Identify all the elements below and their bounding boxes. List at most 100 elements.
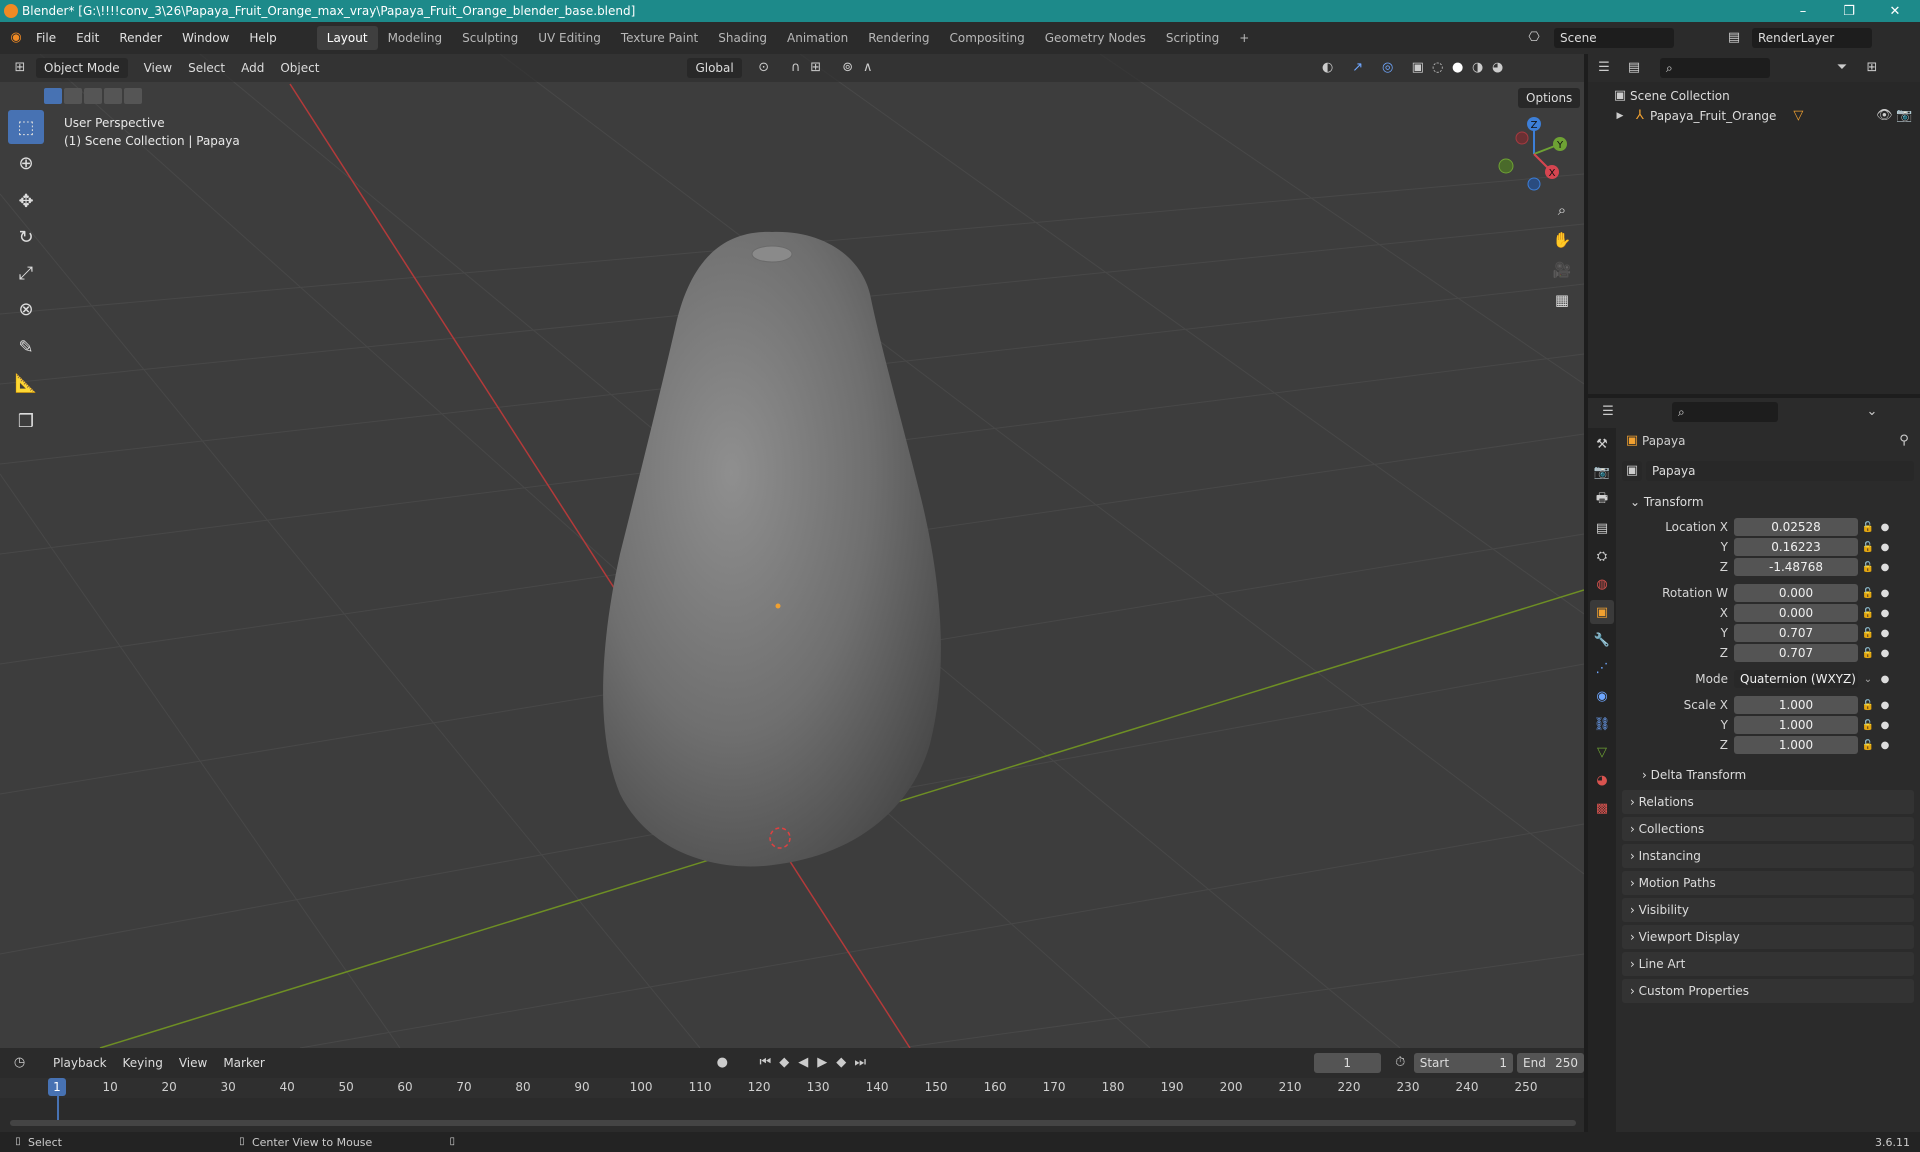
rotation-z-field[interactable]: 0.707 <box>1734 644 1858 662</box>
play-reverse-icon[interactable]: ◀ <box>794 1053 813 1073</box>
keyframe-dot-icon[interactable]: ● <box>1878 674 1892 685</box>
end-frame-field[interactable]: End 250 <box>1517 1053 1585 1073</box>
scale-z-field[interactable]: 1.000 <box>1734 736 1858 754</box>
properties-search-input[interactable]: ⌕ <box>1672 402 1778 422</box>
material-tab-icon[interactable]: ◕ <box>1590 768 1614 792</box>
select-intersect-icon[interactable] <box>124 88 142 104</box>
render-tab-icon[interactable]: 📷 <box>1590 460 1614 484</box>
prev-keyframe-icon[interactable]: ◆ <box>775 1053 794 1073</box>
navigation-gizmo[interactable]: Z Y X <box>1494 114 1574 194</box>
outliner-search-input[interactable]: ⌕ <box>1660 58 1770 78</box>
wireframe-shading-icon[interactable]: ◌ <box>1428 58 1448 78</box>
lock-icon[interactable]: 🔓 <box>1858 700 1878 711</box>
datablock-browse-icon[interactable]: ▣ <box>1622 461 1642 481</box>
xray-icon[interactable]: ▣ <box>1408 58 1428 78</box>
mode-selector[interactable]: Object Mode <box>36 58 128 78</box>
scale-x-field[interactable]: 1.000 <box>1734 696 1858 714</box>
location-x-field[interactable]: 0.02528 <box>1734 518 1858 536</box>
lock-icon[interactable]: 🔓 <box>1858 608 1878 619</box>
menu-file[interactable]: File <box>26 31 66 45</box>
viewport-display-panel[interactable]: › Viewport Display <box>1622 925 1914 949</box>
tab-rendering[interactable]: Rendering <box>858 26 939 50</box>
display-mode-icon[interactable]: ▤ <box>1624 58 1644 78</box>
keyframe-dot-icon[interactable]: ● <box>1878 542 1892 553</box>
perspective-toggle-icon[interactable]: ▦ <box>1548 286 1576 314</box>
location-y-field[interactable]: 0.16223 <box>1734 538 1858 556</box>
eye-visibility-icon[interactable]: 👁 <box>1874 106 1894 126</box>
tab-uv-editing[interactable]: UV Editing <box>528 26 611 50</box>
minimize-button[interactable]: – <box>1780 0 1826 22</box>
next-keyframe-icon[interactable]: ◆ <box>832 1053 851 1073</box>
menu-add[interactable]: Add <box>233 58 272 78</box>
keyframe-dot-icon[interactable]: ● <box>1878 588 1892 599</box>
measure-tool[interactable]: 📐 <box>8 366 44 400</box>
timeline-scrollbar[interactable] <box>10 1120 1576 1126</box>
camera-view-icon[interactable]: 🎥 <box>1548 256 1576 284</box>
tab-compositing[interactable]: Compositing <box>939 26 1034 50</box>
mesh-data-icon[interactable]: ▽ <box>1788 106 1808 126</box>
physics-tab-icon[interactable]: ◉ <box>1590 684 1614 708</box>
texture-tab-icon[interactable]: ▩ <box>1590 796 1614 820</box>
play-icon[interactable]: ▶ <box>813 1053 832 1073</box>
menu-window[interactable]: Window <box>172 31 239 45</box>
keyframe-dot-icon[interactable]: ● <box>1878 740 1892 751</box>
constraints-tab-icon[interactable]: ⛓ <box>1590 712 1614 736</box>
rotation-w-field[interactable]: 0.000 <box>1734 584 1858 602</box>
output-tab-icon[interactable]: 🖶 <box>1590 488 1614 512</box>
start-frame-field[interactable]: Start 1 <box>1413 1053 1514 1073</box>
new-collection-icon[interactable]: ⊞ <box>1862 58 1882 78</box>
tab-texture-paint[interactable]: Texture Paint <box>611 26 708 50</box>
relations-panel[interactable]: › Relations <box>1622 790 1914 814</box>
keyframe-dot-icon[interactable]: ● <box>1878 720 1892 731</box>
close-button[interactable]: ✕ <box>1872 0 1918 22</box>
current-frame-field[interactable]: 1 <box>1313 1053 1381 1073</box>
pin-icon[interactable]: ⚲ <box>1894 431 1914 451</box>
orientation-selector[interactable]: Global <box>687 58 742 78</box>
collections-panel[interactable]: › Collections <box>1622 817 1914 841</box>
stopwatch-icon[interactable]: ⏱ <box>1391 1053 1410 1073</box>
keyframe-dot-icon[interactable]: ● <box>1878 522 1892 533</box>
keyframe-dot-icon[interactable]: ● <box>1878 562 1892 573</box>
move-tool[interactable]: ✥ <box>8 184 44 218</box>
modifier-tab-icon[interactable]: 🔧 <box>1590 628 1614 652</box>
tool-tab-icon[interactable]: ⚒ <box>1590 432 1614 456</box>
frame-ruler[interactable]: 10 20 30 40 50 60 70 80 90 100 110 120 130 140 150 160 1… <box>0 1078 1584 1098</box>
overlay-toggle-icon[interactable]: ◎ <box>1378 58 1398 78</box>
lock-icon[interactable]: 🔓 <box>1858 648 1878 659</box>
rotation-y-field[interactable]: 0.707 <box>1734 624 1858 642</box>
transform-tool[interactable]: ⊗ <box>8 292 44 326</box>
timeline-editor-icon[interactable]: ◷ <box>10 1053 29 1073</box>
blender-menu-icon[interactable]: ◉ <box>6 28 26 48</box>
add-workspace-button[interactable]: + <box>1229 26 1259 50</box>
tab-shading[interactable]: Shading <box>708 26 777 50</box>
lock-icon[interactable]: 🔓 <box>1858 720 1878 731</box>
menu-timeline-view[interactable]: View <box>171 1053 215 1073</box>
scene-selector[interactable]: Scene <box>1554 28 1674 48</box>
tab-modeling[interactable]: Modeling <box>378 26 453 50</box>
rendered-shading-icon[interactable]: ◕ <box>1488 58 1508 78</box>
select-difference-icon[interactable] <box>104 88 122 104</box>
tab-scripting[interactable]: Scripting <box>1156 26 1229 50</box>
instancing-panel[interactable]: › Instancing <box>1622 844 1914 868</box>
filter-icon[interactable]: ⏷ <box>1832 58 1852 78</box>
render-camera-icon[interactable]: 📷 <box>1894 106 1914 126</box>
delta-transform-panel[interactable]: › Delta Transform <box>1622 763 1914 787</box>
lock-icon[interactable]: 🔓 <box>1858 740 1878 751</box>
select-box-tool[interactable]: ⬚ <box>8 110 44 144</box>
menu-keying[interactable]: Keying <box>115 1053 171 1073</box>
tree-row-scene-collection[interactable]: ▣ Scene Collection <box>1588 86 1920 106</box>
solid-shading-icon[interactable]: ● <box>1448 58 1468 78</box>
particles-tab-icon[interactable]: ⋰ <box>1590 656 1614 680</box>
properties-options-icon[interactable]: ⌄ <box>1862 402 1882 422</box>
menu-playback[interactable]: Playback <box>45 1053 115 1073</box>
custom-properties-panel[interactable]: › Custom Properties <box>1622 979 1914 1003</box>
keyframe-dot-icon[interactable]: ● <box>1878 608 1892 619</box>
view-layer-selector[interactable]: RenderLayer <box>1752 28 1872 48</box>
menu-select[interactable]: Select <box>180 58 233 78</box>
rotation-mode-select[interactable]: Quaternion (WXYZ) <box>1734 670 1858 688</box>
view-layer-tab-icon[interactable]: ▤ <box>1590 516 1614 540</box>
menu-render[interactable]: Render <box>109 31 172 45</box>
object-tab-icon[interactable]: ▣ <box>1590 600 1614 624</box>
snap-icon[interactable]: ∩ <box>786 58 806 78</box>
material-shading-icon[interactable]: ◑ <box>1468 58 1488 78</box>
